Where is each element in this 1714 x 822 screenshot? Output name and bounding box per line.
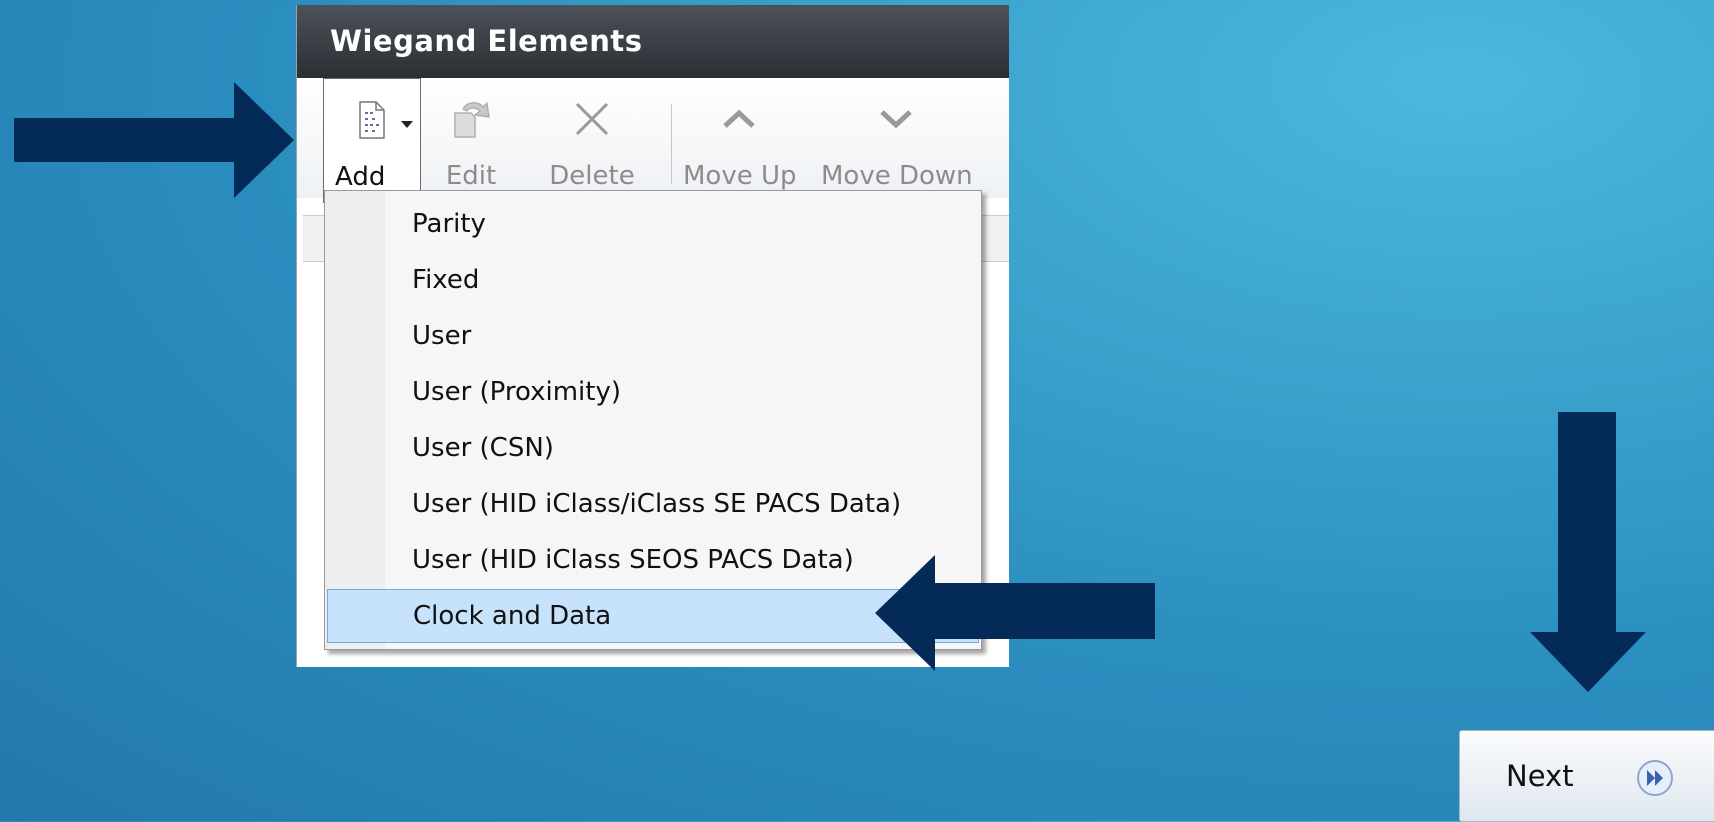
move-down-chevron-icon xyxy=(821,96,971,142)
edit-button[interactable]: Edit xyxy=(419,78,523,198)
move-down-button[interactable]: Move Down xyxy=(821,78,973,198)
add-button[interactable]: Add xyxy=(323,78,421,203)
next-button[interactable]: Next xyxy=(1459,730,1714,822)
add-file-icon xyxy=(324,97,420,143)
add-label: Add xyxy=(335,162,386,192)
move-up-label: Move Up xyxy=(683,161,797,191)
edit-label: Edit xyxy=(445,161,497,191)
edit-icon xyxy=(419,96,523,142)
menu-item-user-csn[interactable]: User (CSN) xyxy=(327,421,979,475)
move-up-chevron-icon xyxy=(683,96,795,142)
window-title: Wiegand Elements xyxy=(297,5,1009,78)
menu-item-parity[interactable]: Parity xyxy=(327,197,979,251)
delete-button[interactable]: Delete xyxy=(527,78,657,198)
menu-item-user-hid-iclass-se[interactable]: User (HID iClass/iClass SE PACS Data) xyxy=(327,477,979,531)
menu-item-user-proximity[interactable]: User (Proximity) xyxy=(327,365,979,419)
menu-item-user[interactable]: User xyxy=(327,309,979,363)
menu-item-fixed[interactable]: Fixed xyxy=(327,253,979,307)
delete-x-icon xyxy=(527,96,657,142)
down-arrow-callout xyxy=(1530,412,1646,692)
delete-label: Delete xyxy=(549,161,635,191)
next-label: Next xyxy=(1506,759,1574,793)
toolbar-separator xyxy=(671,104,672,184)
right-arrow-callout xyxy=(14,82,294,198)
move-up-button[interactable]: Move Up xyxy=(683,78,797,198)
left-arrow-callout xyxy=(875,555,1155,671)
fast-forward-icon xyxy=(1637,760,1673,796)
chevron-down-icon xyxy=(401,121,413,128)
toolbar: Add Edit Delete Move Up Move Down xyxy=(297,78,1009,203)
move-down-label: Move Down xyxy=(821,161,973,191)
